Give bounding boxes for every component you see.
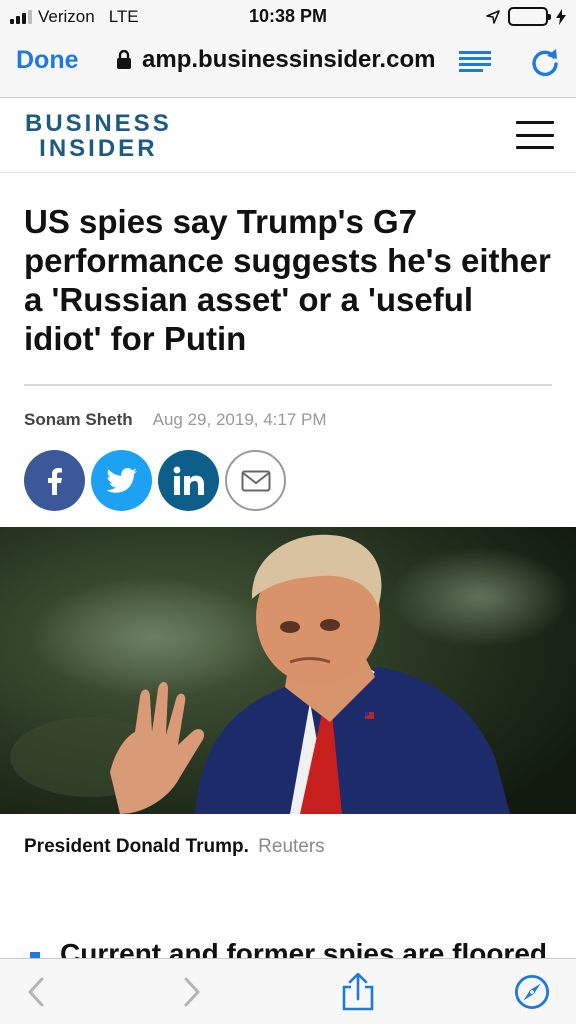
charging-bolt-icon [556,8,566,25]
email-icon [241,470,270,491]
business-insider-logo[interactable]: BUSINESS INSIDER [25,111,172,161]
divider [24,384,552,386]
email-share-button[interactable] [225,450,286,511]
browser-toolbar [0,958,576,1024]
hamburger-menu-icon[interactable] [516,121,554,149]
twitter-icon [105,467,137,493]
status-bar: Verizon LTE 10:38 PM [0,0,576,34]
lock-icon [117,50,131,69]
photo-credit: Reuters [258,836,325,857]
bullet-list-item: Current and former spies are floored [30,938,550,958]
reload-icon[interactable] [529,46,561,78]
facebook-icon [47,467,62,495]
publish-date: Aug 29, 2019, 4:17 PM [152,410,327,429]
location-arrow-icon [486,9,500,24]
reader-mode-icon[interactable] [458,50,492,74]
article-photo [0,527,576,814]
site-header: BUSINESS INSIDER [0,99,576,173]
photo-caption: President Donald Trump. Reuters [24,836,325,858]
caption-text: President Donald Trump. [24,836,249,857]
linkedin-icon [173,466,204,495]
safari-compass-icon[interactable] [514,973,550,1011]
browser-bar: Done amp.businessinsider.com [0,34,576,98]
facebook-share-button[interactable] [24,450,85,511]
done-button[interactable]: Done [16,46,79,75]
address-bar[interactable]: amp.businessinsider.com [116,46,450,74]
share-icon[interactable] [340,973,376,1011]
article-headline: US spies say Trump's G7 performance sugg… [24,203,551,357]
twitter-share-button[interactable] [91,450,152,511]
status-right [486,7,566,26]
forward-icon[interactable] [172,973,208,1011]
bullet-text: Current and former spies are floored [60,938,548,958]
share-buttons [24,450,286,511]
battery-icon [508,7,551,26]
back-icon[interactable] [20,973,56,1011]
linkedin-share-button[interactable] [158,450,219,511]
author-name[interactable]: Sonam Sheth [24,410,133,430]
url-text: amp.businessinsider.com [142,46,436,73]
logo-line-1: BUSINESS [25,110,172,137]
logo-line-2: INSIDER [39,135,158,162]
byline: Sonam Sheth Aug 29, 2019, 4:17 PM [24,410,327,430]
